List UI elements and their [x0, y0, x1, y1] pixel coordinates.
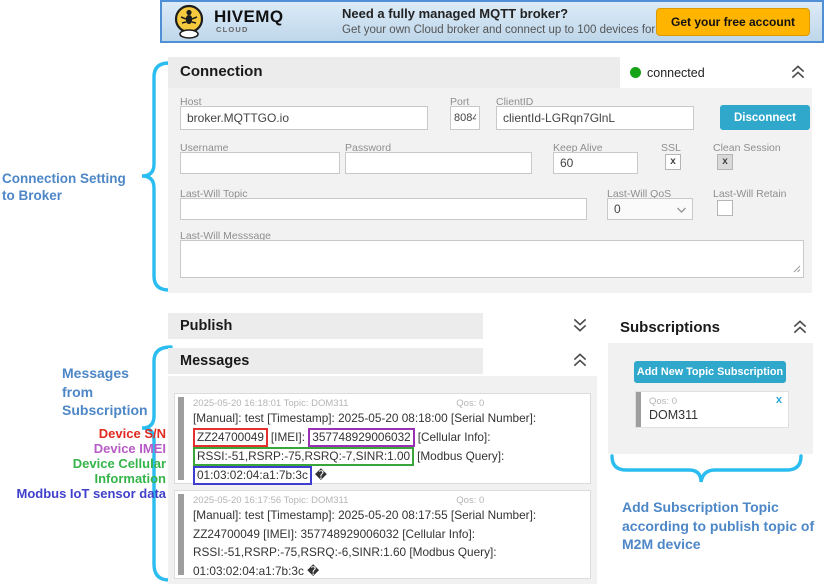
- note-line: to Broker: [2, 187, 152, 204]
- clean-session-checkbox[interactable]: x: [717, 154, 733, 170]
- disconnect-button[interactable]: Disconnect: [720, 105, 810, 130]
- get-free-account-button[interactable]: Get your free account: [656, 8, 810, 36]
- subscription-qos: Qos: 0: [649, 396, 677, 407]
- imei-label: [IMEI]:: [271, 430, 305, 444]
- note-line: from: [62, 383, 148, 402]
- port-input[interactable]: [450, 106, 480, 130]
- note-line: M2M device: [622, 535, 827, 554]
- modbus-label: [Modbus Query]:: [417, 449, 504, 463]
- keepalive-input[interactable]: [553, 152, 638, 174]
- modbus-data-highlight: 01:03:02:04:a1:7b:3c: [193, 466, 312, 485]
- imei-highlight: 357748929006032: [308, 428, 414, 447]
- ssl-checkbox[interactable]: x: [665, 154, 681, 170]
- lastwill-topic-input[interactable]: [180, 198, 587, 220]
- hivemq-banner: HIVEMQ CLOUD Need a fully managed MQTT b…: [160, 0, 824, 43]
- clientid-input[interactable]: [496, 106, 694, 130]
- banner-subline: Get your own Cloud broker and connect up…: [342, 24, 681, 36]
- message-card: 2025-05-20 16:17:56 Topic: DOM311 Qos: 0…: [174, 490, 591, 579]
- brand-wordmark: HIVEMQ CLOUD: [214, 8, 283, 34]
- publish-title: Publish: [180, 318, 232, 334]
- resize-handle-icon[interactable]: [793, 262, 801, 276]
- message-meta: 2025-05-20 16:18:01 Topic: DOM311 Qos: 0: [193, 398, 584, 409]
- lastwill-message-textarea[interactable]: [180, 240, 804, 278]
- message-topic: Topic: DOM311: [284, 495, 454, 506]
- collapse-subscriptions-chevron-icon[interactable]: [791, 319, 809, 340]
- lastwill-retain-checkbox[interactable]: [717, 200, 733, 216]
- connection-form: Host Port ClientID Disconnect Username P…: [168, 88, 812, 293]
- payload-line: ZZ24700049[IMEI]: 357748929006032 [Cellul…: [193, 428, 584, 447]
- payload-line: ZZ24700049 [IMEI]: 357748929006032 [Cell…: [193, 525, 584, 544]
- note-line: according to publish topic of: [622, 517, 827, 536]
- banner-headline: Need a fully managed MQTT broker?: [342, 6, 681, 21]
- messages-list: 2025-05-20 16:18:01 Topic: DOM311 Qos: 0…: [168, 376, 597, 584]
- subscription-accent-bar: [636, 392, 641, 427]
- messages-from-subscription-note: Messages from Subscription: [62, 364, 148, 420]
- connected-status-dot: [630, 67, 641, 78]
- note-line: Messages: [62, 364, 148, 383]
- lastwill-retain-label: Last-Will Retain: [713, 188, 787, 200]
- brand-name: HIVEMQ: [214, 8, 283, 25]
- clean-session-label: Clean Session: [713, 142, 781, 154]
- brand-cloud-label: CLOUD: [214, 26, 283, 34]
- payload-line: 01:03:02:04:a1:7b:3c�: [193, 466, 584, 485]
- messages-header: Messages: [168, 348, 483, 374]
- connection-header: Connection: [168, 57, 620, 88]
- subscriptions-header: Subscriptions: [608, 315, 813, 341]
- payload-line: RSSI:-51,RSRP:-75,RSRQ:-6,SINR:1.60 [Mod…: [193, 543, 584, 562]
- serial-number-highlight: ZZ24700049: [193, 428, 268, 447]
- cellular-label: [Cellular Info]:: [418, 430, 491, 444]
- lastwill-qos-select[interactable]: 0: [607, 198, 693, 220]
- legend-device-sn: Device S/N: [0, 426, 166, 441]
- ssl-label: SSL: [661, 142, 681, 154]
- hivemq-logo-icon: [172, 4, 208, 45]
- subscriptions-panel: Add New Topic Subscription Qos: 0 x DOM3…: [608, 343, 813, 454]
- payload-line: RSSI:-51,RSRP:-75,RSRQ:-7,SINR:1.00[Modb…: [193, 447, 584, 466]
- add-new-topic-subscription-button[interactable]: Add New Topic Subscription: [634, 361, 786, 383]
- message-meta: 2025-05-20 16:17:56 Topic: DOM311 Qos: 0: [193, 495, 584, 506]
- legend-modbus-data: Modbus IoT sensor data: [0, 486, 166, 501]
- cellular-info-highlight: RSSI:-51,RSRP:-75,RSRQ:-7,SINR:1.00: [193, 447, 414, 466]
- password-input[interactable]: [345, 152, 532, 174]
- subscriptions-title: Subscriptions: [620, 319, 720, 336]
- subscription-brace: [612, 456, 801, 482]
- message-received-time: 2025-05-20 16:18:01: [193, 398, 281, 409]
- note-line: Subscription: [62, 401, 148, 420]
- collapse-messages-chevron-icon[interactable]: [571, 352, 589, 373]
- chevron-down-icon: [677, 202, 686, 216]
- connection-status-tab: connected: [620, 57, 812, 88]
- message-card: 2025-05-20 16:18:01 Topic: DOM311 Qos: 0…: [174, 393, 591, 484]
- message-topic: Topic: DOM311: [284, 398, 454, 409]
- message-received-time: 2025-05-20 16:17:56: [193, 495, 281, 506]
- host-input[interactable]: [180, 106, 428, 130]
- message-qos: Qos: 0: [456, 398, 484, 409]
- message-accent-bar: [178, 494, 184, 575]
- connection-panel: Connection connected Host Port ClientID …: [168, 57, 812, 293]
- connection-title: Connection: [180, 63, 263, 80]
- payload-line: [Manual]: test [Timestamp]: 2025-05-20 0…: [193, 409, 584, 428]
- subscription-item: Qos: 0 x DOM311: [635, 391, 789, 428]
- messages-title: Messages: [180, 353, 249, 369]
- connection-setting-note: Connection Setting to Broker: [2, 170, 152, 204]
- payload-legend: Device S/N Device IMEI Device Cellular I…: [0, 426, 166, 501]
- publish-header: Publish: [168, 313, 483, 339]
- payload-line: 01:03:02:04:a1:7b:3c �: [193, 562, 584, 581]
- note-line: Connection Setting: [2, 170, 152, 187]
- username-input[interactable]: [180, 152, 340, 174]
- expand-publish-chevron-icon[interactable]: [571, 317, 589, 338]
- legend-device-cellular: Device Cellular Information: [0, 456, 166, 486]
- payload-line: [Manual]: test [Timestamp]: 2025-05-20 0…: [193, 506, 584, 525]
- note-line: Add Subscription Topic: [622, 498, 827, 517]
- message-qos: Qos: 0: [456, 495, 484, 506]
- banner-tagline: Need a fully managed MQTT broker? Get yo…: [342, 6, 681, 36]
- add-subscription-topic-note: Add Subscription Topic according to publ…: [622, 498, 827, 554]
- remove-subscription-button[interactable]: x: [776, 394, 782, 406]
- connection-status-text: connected: [647, 66, 705, 80]
- collapse-connection-chevron-icon[interactable]: [789, 64, 807, 85]
- message-accent-bar: [178, 397, 184, 480]
- replacement-char: �: [315, 468, 327, 482]
- lastwill-qos-value: 0: [614, 202, 621, 216]
- subscription-topic: DOM311: [649, 408, 698, 422]
- legend-device-imei: Device IMEI: [0, 441, 166, 456]
